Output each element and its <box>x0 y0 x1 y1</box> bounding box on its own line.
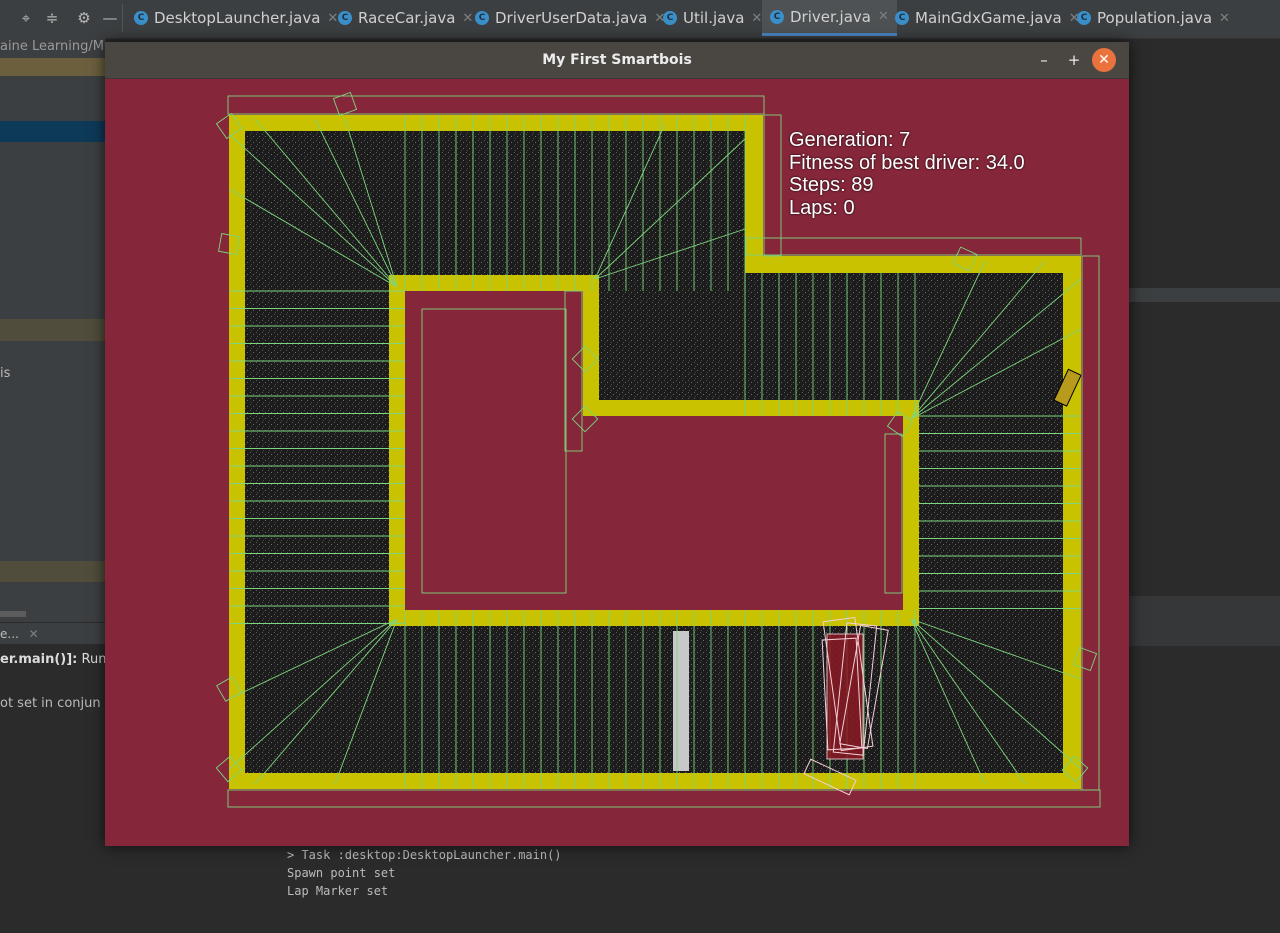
tab-util[interactable]: C Util.java ✕ <box>663 0 762 36</box>
tab-label: Driver.java <box>790 7 871 26</box>
divider-strip <box>1129 596 1280 646</box>
class-icon: C <box>338 11 352 25</box>
fitness-label: Fitness of best driver: 34.0 <box>789 151 1025 174</box>
collapse-icon[interactable]: ≑ <box>42 8 62 28</box>
tab-population[interactable]: C Population.java ✕ <box>1077 0 1230 36</box>
run-tab[interactable]: e... ✕ <box>0 622 105 645</box>
tab-label: Util.java <box>683 9 745 27</box>
run-main: er.main()]: <box>0 652 78 667</box>
tab-label: MainGdxGame.java <box>915 9 1062 27</box>
tab-desktoplauncher[interactable]: C DesktopLauncher.java ✕ <box>134 0 338 36</box>
run-tab-label: e... <box>0 627 19 641</box>
console-line: Lap Marker set <box>287 884 389 898</box>
warning-line: ot set in conjun <box>0 696 101 711</box>
class-icon: C <box>770 9 784 24</box>
game-window: My First Smartbois – + ✕ Generation: 7 F… <box>105 42 1129 846</box>
tab-label: DriverUserData.java <box>495 9 648 27</box>
console-line: > Task :desktop:DesktopLauncher.main() <box>287 848 562 862</box>
close-button[interactable]: ✕ <box>1092 48 1116 72</box>
run-panel: er.main()]: Run ot set in conjun <box>0 644 106 933</box>
tab-label: RaceCar.java <box>358 9 456 27</box>
gear-icon[interactable]: ⚙ <box>74 8 94 28</box>
stats-hud: Generation: 7 Fitness of best driver: 34… <box>789 129 1025 219</box>
tab-label: Population.java <box>1097 9 1213 27</box>
close-icon[interactable]: ✕ <box>29 627 39 641</box>
highlight-row <box>0 58 105 76</box>
class-icon: C <box>895 11 909 25</box>
divider-strip <box>1129 288 1280 302</box>
minimize-icon[interactable]: — <box>100 8 120 28</box>
window-title: My First Smartbois <box>542 52 692 68</box>
tab-maingdxgame[interactable]: C MainGdxGame.java ✕ <box>895 0 1080 36</box>
finish-line <box>673 631 689 771</box>
generation-label: Generation: 7 <box>789 129 911 151</box>
laps-label: Laps: 0 <box>789 196 855 219</box>
target-icon[interactable]: ⌖ <box>16 8 36 28</box>
project-path: aine Learning/M <box>0 39 104 54</box>
tab-driveruserdata[interactable]: C DriverUserData.java ✕ <box>475 0 665 36</box>
close-icon[interactable]: ✕ <box>751 11 762 26</box>
close-icon[interactable]: ✕ <box>878 9 889 24</box>
highlight-row <box>0 561 105 582</box>
scrollbar[interactable] <box>0 611 26 617</box>
run-line: er.main()]: Run <box>0 652 106 667</box>
tab-driver[interactable]: C Driver.java ✕ <box>762 0 897 36</box>
class-icon: C <box>663 11 677 25</box>
window-titlebar[interactable]: My First Smartbois – + ✕ <box>105 42 1129 79</box>
game-canvas[interactable]: Generation: 7 Fitness of best driver: 34… <box>105 79 1129 846</box>
highlight-row <box>0 319 105 341</box>
selected-row[interactable] <box>0 121 105 142</box>
class-icon: C <box>134 11 148 25</box>
toolbar-divider <box>122 4 123 32</box>
steps-label: Steps: 89 <box>789 174 874 196</box>
maximize-button[interactable]: + <box>1062 48 1086 72</box>
tab-racecar[interactable]: C RaceCar.java ✕ <box>338 0 473 36</box>
console-line: Spawn point set <box>287 866 396 880</box>
tree-item[interactable]: is <box>0 366 10 381</box>
tab-label: DesktopLauncher.java <box>154 9 321 27</box>
minimize-button[interactable]: – <box>1032 48 1056 72</box>
close-icon[interactable]: ✕ <box>462 11 473 26</box>
close-icon[interactable]: ✕ <box>1219 11 1230 26</box>
editor-tab-bar: ⌖ ≑ ⚙ — C DesktopLauncher.java ✕ C RaceC… <box>0 0 1280 39</box>
close-icon[interactable]: ✕ <box>327 11 338 26</box>
project-panel: aine Learning/M is e... ✕ er.main()]: Ru… <box>0 38 106 933</box>
class-icon: C <box>475 11 489 25</box>
console-output: > Task :desktop:DesktopLauncher.main() S… <box>276 846 1280 926</box>
class-icon: C <box>1077 11 1091 25</box>
run-label: Run <box>81 652 107 667</box>
